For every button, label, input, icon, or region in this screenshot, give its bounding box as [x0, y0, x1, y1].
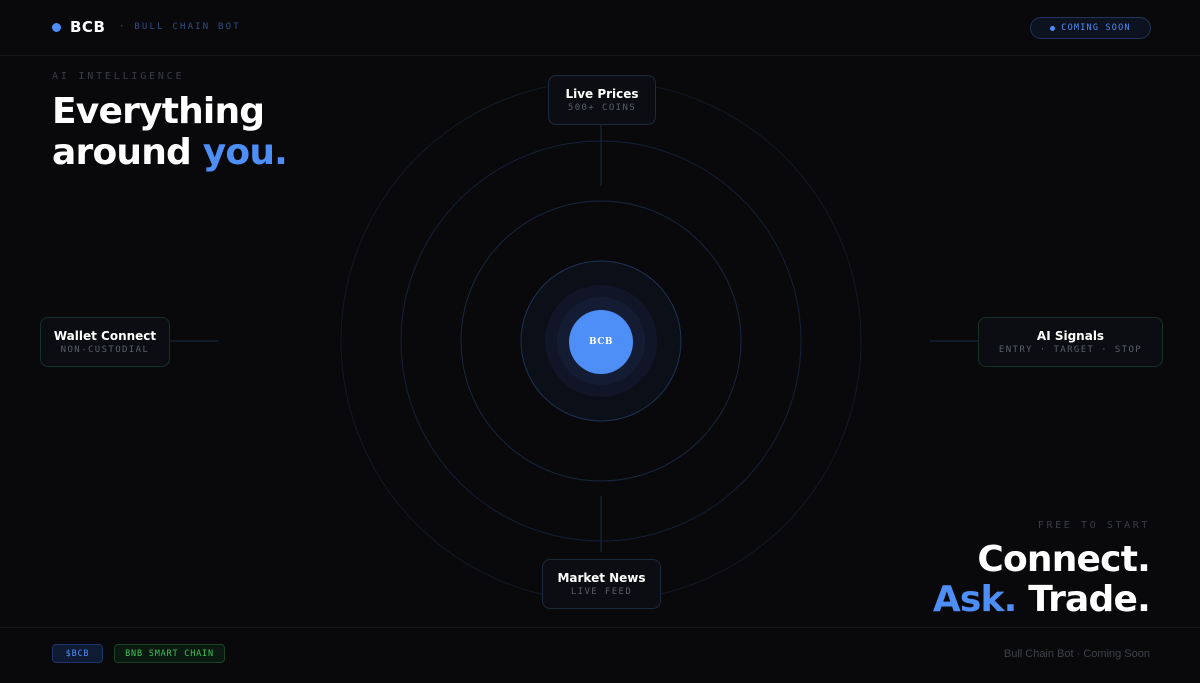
landing-page: BCB · BULL CHAIN BOT COMING SOON BCB Liv…: [0, 0, 1200, 683]
node-subtitle: NON-CUSTODIAL: [60, 344, 150, 355]
node-title: AI Signals: [1036, 328, 1105, 343]
hero-eyebrow: AI INTELLIGENCE: [52, 71, 185, 82]
node-wallet-connect[interactable]: Wallet Connect NON-CUSTODIAL: [40, 317, 170, 367]
hero-line-1: Everything: [52, 91, 265, 132]
node-title: Wallet Connect: [53, 328, 157, 343]
ticker-tag[interactable]: $BCB: [52, 644, 103, 663]
footer-bar: $BCB BNB SMART CHAIN Bull Chain Bot · Co…: [0, 627, 1200, 683]
node-market-news[interactable]: Market News LIVE FEED: [542, 559, 661, 609]
node-title: Live Prices: [565, 86, 639, 101]
hero-line-2-prefix: around: [52, 132, 203, 173]
cta-line-2: Ask. Trade.: [932, 579, 1151, 620]
node-live-prices[interactable]: Live Prices 500+ COINS: [548, 75, 656, 125]
cta-eyebrow: FREE TO START: [1037, 520, 1150, 531]
cta-title: Connect. Ask. Trade.: [932, 539, 1151, 620]
node-title: Market News: [557, 570, 646, 585]
chain-tag[interactable]: BNB SMART CHAIN: [114, 644, 225, 663]
hero-line-2: around you.: [52, 132, 288, 173]
node-ai-signals[interactable]: AI Signals ENTRY · TARGET · STOP: [978, 317, 1163, 367]
hero-accent-word: you.: [202, 132, 288, 173]
cta-line-2-rest: Trade.: [1016, 579, 1151, 620]
center-hub[interactable]: BCB: [569, 310, 633, 374]
node-subtitle: LIVE FEED: [570, 586, 633, 597]
node-subtitle: 500+ COINS: [567, 102, 637, 113]
hero-title: Everything around you.: [52, 91, 288, 173]
node-subtitle: ENTRY · TARGET · STOP: [998, 344, 1143, 355]
cta-line-1: Connect.: [977, 539, 1150, 580]
footer-note: Bull Chain Bot · Coming Soon: [1003, 648, 1150, 660]
cta-accent-word: Ask.: [932, 579, 1018, 620]
